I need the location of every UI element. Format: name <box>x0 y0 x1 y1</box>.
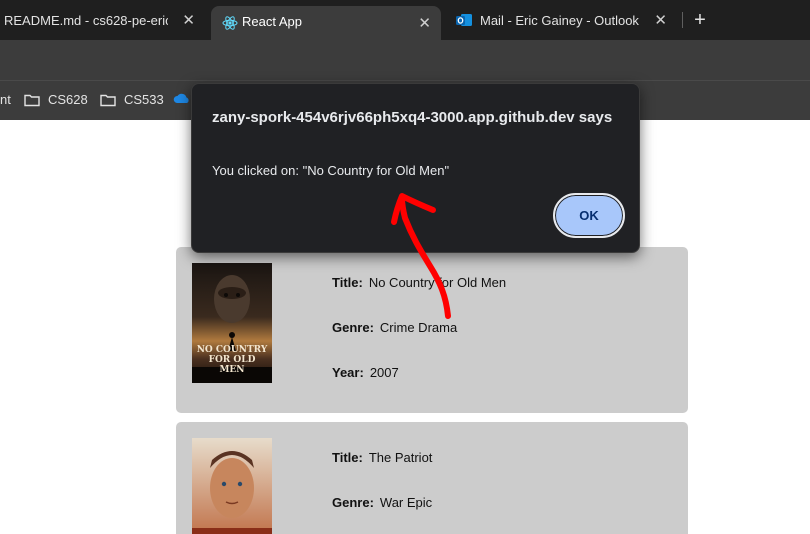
year-label: Year: <box>332 365 364 380</box>
movie-year-row: Year: 2007 <box>332 365 399 380</box>
title-label: Title: <box>332 275 363 290</box>
genre-label: Genre: <box>332 495 374 510</box>
tab-title: Mail - Eric Gainey - Outlook <box>480 13 639 28</box>
bookmark-folder-cs533[interactable]: CS533 <box>100 92 164 107</box>
close-tab-icon[interactable]: ✕ <box>654 11 667 29</box>
movie-title: The Patriot <box>368 450 433 465</box>
bookmark-label: CS628 <box>48 92 88 107</box>
movie-genre: Crime Drama <box>379 320 458 335</box>
onedrive-icon <box>173 93 189 103</box>
movie-genre-row: Genre: War Epic <box>332 495 432 510</box>
poster-title-text: NO COUNTRY FOR OLD MEN <box>196 345 268 375</box>
movie-title-row: Title: No Country for Old Men <box>332 275 506 290</box>
poster-image <box>192 438 272 534</box>
alert-dialog: zany-spork-454v6rjv66ph5xq4-3000.app.git… <box>191 83 640 253</box>
react-logo-icon <box>222 16 238 30</box>
dialog-message: You clicked on: "No Country for Old Men" <box>212 163 450 178</box>
movie-card[interactable]: NO COUNTRY FOR OLD MEN Title: No Country … <box>176 247 688 413</box>
movie-poster <box>192 438 272 534</box>
movie-year: 2007 <box>369 365 399 380</box>
movie-poster: NO COUNTRY FOR OLD MEN <box>192 263 272 383</box>
movie-title: No Country for Old Men <box>368 275 507 290</box>
bookmark-label: CS533 <box>124 92 164 107</box>
close-tab-icon[interactable]: ✕ <box>182 11 195 29</box>
bookmark-onedrive[interactable] <box>173 92 191 104</box>
tab-react-app[interactable]: React App ✕ <box>211 6 441 40</box>
browser-toolbar <box>0 40 810 80</box>
movie-genre-row: Genre: Crime Drama <box>332 320 457 335</box>
movie-title-row: Title: The Patriot <box>332 450 432 465</box>
bookmark-label: nt <box>0 92 11 107</box>
movie-card[interactable]: Title: The Patriot Genre: War Epic <box>176 422 688 534</box>
folder-icon <box>24 94 40 106</box>
ok-button[interactable]: OK <box>553 193 625 238</box>
tab-divider <box>682 12 683 28</box>
bookmark-folder-cs628[interactable]: CS628 <box>24 92 88 107</box>
tab-title: README.md - cs628-pe-eric [Co <box>4 12 168 28</box>
folder-icon <box>100 94 116 106</box>
outlook-icon <box>456 14 472 26</box>
tab-strip: README.md - cs628-pe-eric [Co ✕ React Ap… <box>0 0 810 40</box>
genre-label: Genre: <box>332 320 374 335</box>
browser-window: README.md - cs628-pe-eric [Co ✕ React Ap… <box>0 0 810 534</box>
dialog-origin-text: zany-spork-454v6rjv66ph5xq4-3000.app.git… <box>212 109 613 126</box>
movie-genre: War Epic <box>379 495 433 510</box>
tab-title: React App <box>242 14 302 29</box>
new-tab-button[interactable]: + <box>690 8 710 32</box>
tab-outlook[interactable]: Mail - Eric Gainey - Outlook ✕ <box>447 0 681 40</box>
bookmark-item[interactable]: nt <box>0 92 11 107</box>
tab-readme[interactable]: README.md - cs628-pe-eric [Co ✕ <box>0 0 205 40</box>
close-tab-icon[interactable]: ✕ <box>418 14 431 32</box>
title-label: Title: <box>332 450 363 465</box>
